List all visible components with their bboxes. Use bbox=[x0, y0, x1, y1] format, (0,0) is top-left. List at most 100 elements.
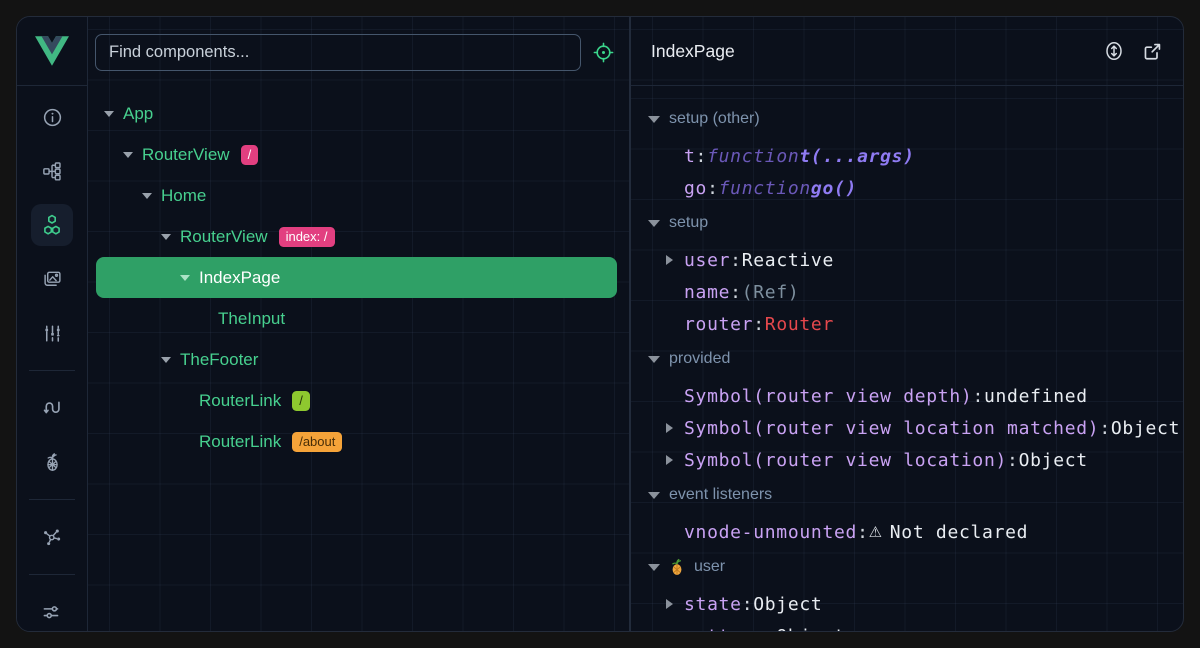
key-value-separator: : bbox=[730, 282, 742, 303]
property-key: name bbox=[684, 282, 730, 303]
tree-row-label: TheFooter bbox=[180, 350, 258, 370]
component-tree: AppRouterView/HomeRouterViewindex: /Inde… bbox=[88, 87, 629, 631]
property-row: router : Router bbox=[648, 308, 1183, 340]
property-row: vnode-unmounted : ⚠ Not declared bbox=[648, 516, 1183, 548]
property-row: t : function t(...args) bbox=[648, 140, 1183, 172]
pages-tree-icon[interactable] bbox=[31, 150, 73, 192]
router-icon[interactable] bbox=[31, 387, 73, 429]
graph-icon[interactable] bbox=[31, 516, 73, 558]
key-value-separator: : bbox=[765, 626, 777, 632]
component-tree-panel: AppRouterView/HomeRouterViewindex: /Inde… bbox=[88, 17, 631, 631]
function-signature: go() bbox=[811, 178, 857, 199]
search-input[interactable] bbox=[95, 34, 581, 71]
key-value-separator: : bbox=[857, 522, 869, 543]
scroll-to-component-icon[interactable] bbox=[1103, 40, 1125, 62]
property-expander-icon[interactable] bbox=[666, 599, 684, 609]
key-value-separator: : bbox=[1007, 450, 1019, 471]
tree-row[interactable]: IndexPage bbox=[96, 257, 617, 298]
section-title: event listeners bbox=[669, 486, 772, 504]
section-header[interactable]: event listeners bbox=[648, 476, 1183, 514]
assets-icon[interactable] bbox=[31, 258, 73, 300]
tree-row[interactable]: RouterView/ bbox=[96, 134, 617, 175]
sidebar-icon-list bbox=[17, 86, 87, 632]
tree-expander-icon[interactable] bbox=[142, 193, 159, 199]
inspector-panel: IndexPage setup (other) t : function t(..… bbox=[631, 17, 1183, 631]
pinia-icon[interactable] bbox=[31, 441, 73, 483]
tree-expander-icon[interactable] bbox=[104, 111, 121, 117]
function-keyword: function bbox=[707, 146, 799, 167]
key-value-separator: : bbox=[707, 178, 719, 199]
property-expander-icon[interactable] bbox=[666, 455, 684, 465]
chevron-down-icon bbox=[648, 356, 660, 363]
chevron-down-icon bbox=[161, 357, 171, 363]
property-row: Symbol(router view depth) : undefined bbox=[648, 380, 1183, 412]
property-key: state bbox=[684, 594, 742, 615]
target-icon[interactable] bbox=[593, 42, 614, 63]
tree-row-label: Home bbox=[161, 186, 206, 206]
key-value-separator: : bbox=[742, 594, 754, 615]
tree-expander-icon[interactable] bbox=[161, 357, 178, 363]
inspector-header: IndexPage bbox=[631, 17, 1183, 86]
section-title: user bbox=[694, 558, 725, 576]
tree-expander-icon[interactable] bbox=[180, 275, 197, 281]
property-row[interactable]: getters : Object bbox=[648, 620, 1183, 631]
tree-row[interactable]: RouterLink/ bbox=[96, 380, 617, 421]
devtools-window: AppRouterView/HomeRouterViewindex: /Inde… bbox=[16, 16, 1184, 632]
tree-row-label: TheInput bbox=[218, 309, 285, 329]
component-route-badge: /about bbox=[292, 432, 342, 452]
property-row: name : (Ref) bbox=[648, 276, 1183, 308]
tree-row[interactable]: RouterLink/about bbox=[96, 421, 617, 462]
info-icon[interactable] bbox=[31, 96, 73, 138]
tree-row-label: RouterView bbox=[142, 145, 230, 165]
property-row: go : function go() bbox=[648, 172, 1183, 204]
tree-row[interactable]: RouterView index: / bbox=[96, 216, 617, 257]
tree-expander-icon[interactable] bbox=[123, 152, 140, 158]
timeline-icon[interactable] bbox=[31, 312, 73, 354]
property-expander-icon[interactable] bbox=[666, 423, 684, 433]
section-title: setup (other) bbox=[669, 110, 760, 128]
tree-row[interactable]: Home bbox=[96, 175, 617, 216]
warning-icon: ⚠ bbox=[869, 523, 883, 541]
tree-row-label: RouterView bbox=[180, 227, 268, 247]
inspector-content: setup (other)t : function t(...args)go :… bbox=[631, 86, 1183, 631]
property-row[interactable]: Symbol(router view location) : Object bbox=[648, 444, 1183, 476]
tree-row[interactable]: TheFooter bbox=[96, 339, 617, 380]
settings-icon[interactable] bbox=[31, 591, 73, 632]
section-header[interactable]: setup bbox=[648, 204, 1183, 242]
chevron-down-icon bbox=[161, 234, 171, 240]
open-in-editor-icon[interactable] bbox=[1142, 41, 1163, 62]
section-title: provided bbox=[669, 350, 730, 368]
chevron-down-icon bbox=[648, 116, 660, 123]
key-value-separator: : bbox=[972, 386, 984, 407]
key-value-separator: : bbox=[696, 146, 708, 167]
property-expander-icon[interactable] bbox=[666, 255, 684, 265]
chevron-down-icon bbox=[648, 492, 660, 499]
component-route-badge: index: / bbox=[279, 227, 335, 247]
tree-row[interactable]: App bbox=[96, 93, 617, 134]
section-header[interactable]: user bbox=[648, 548, 1183, 586]
tree-expander-icon[interactable] bbox=[161, 234, 178, 240]
property-row[interactable]: Symbol(router view location matched) : O… bbox=[648, 412, 1183, 444]
key-value-separator: : bbox=[753, 314, 765, 335]
sidebar-divider bbox=[29, 499, 75, 500]
property-key: t bbox=[684, 146, 696, 167]
property-key: Symbol(router view location) bbox=[684, 450, 1007, 471]
inspector-header-icons bbox=[1103, 40, 1163, 62]
tree-row[interactable]: TheInput bbox=[96, 298, 617, 339]
property-key: router bbox=[684, 314, 753, 335]
property-row[interactable]: user : Reactive bbox=[648, 244, 1183, 276]
components-icon[interactable] bbox=[31, 204, 73, 246]
property-key: Symbol(router view depth) bbox=[684, 386, 972, 407]
property-key: go bbox=[684, 178, 707, 199]
property-key: getters bbox=[684, 626, 765, 632]
property-row[interactable]: state : Object bbox=[648, 588, 1183, 620]
component-route-badge: / bbox=[292, 391, 310, 411]
property-value: Object bbox=[1111, 418, 1180, 439]
property-value: Router bbox=[765, 314, 834, 335]
function-keyword: function bbox=[719, 178, 811, 199]
section-header[interactable]: setup (other) bbox=[648, 100, 1183, 138]
chevron-down-icon bbox=[180, 275, 190, 281]
section-header[interactable]: provided bbox=[648, 340, 1183, 378]
chevron-right-icon bbox=[666, 455, 673, 465]
property-key: Symbol(router view location matched) bbox=[684, 418, 1099, 439]
